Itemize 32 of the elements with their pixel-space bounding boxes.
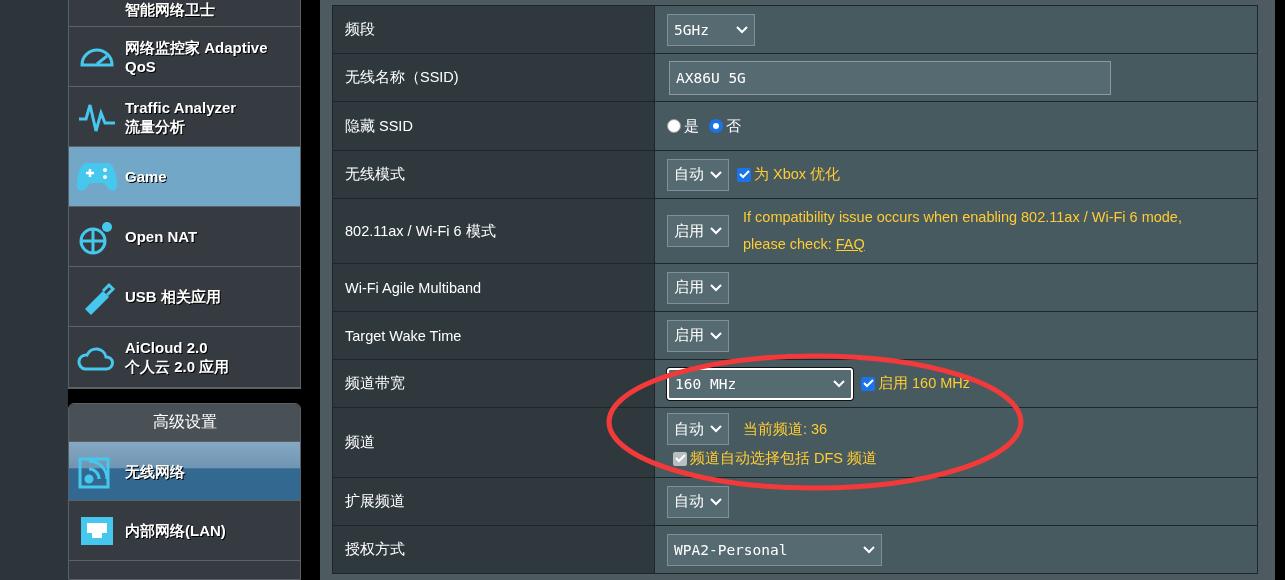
- setting-label: 隐藏 SSID: [332, 102, 655, 151]
- setting-label: 无线模式: [332, 151, 655, 199]
- dropdown[interactable]: 自动: [667, 485, 729, 518]
- dropdown[interactable]: 启用: [667, 271, 729, 304]
- dropdown[interactable]: 启用: [667, 215, 729, 247]
- setting-label: Target Wake Time: [332, 312, 655, 360]
- info-note: 当前频道: 36: [743, 419, 828, 439]
- setting-label: 无线名称（SSID): [332, 54, 655, 102]
- info-note: If compatibility issue occurs when enabling 802.11ax / Wi-Fi 6 mode, please check: FAQ: [743, 208, 1183, 254]
- dropdown[interactable]: 160 MHz: [667, 367, 853, 400]
- checkbox-label: 为 Xbox 优化: [754, 165, 841, 184]
- checkbox-label: 启用 160 MHz: [878, 374, 971, 393]
- setting-label: 频道带宽: [332, 360, 655, 408]
- setting-label: 频道: [332, 408, 655, 478]
- setting-label: 扩展频道: [332, 478, 655, 526]
- sidebar-item[interactable]: 无线网络: [69, 442, 300, 501]
- setting-label: Wi-Fi Agile Multiband: [332, 264, 655, 312]
- setting-label: 频段: [332, 6, 655, 54]
- checkbox-label: 频道自动选择包括 DFS 频道: [690, 449, 878, 468]
- sidebar-item[interactable]: 智能网络卫士: [69, 0, 300, 27]
- radio-label: 是: [684, 116, 699, 136]
- dropdown[interactable]: 自动: [667, 158, 729, 191]
- faq-link[interactable]: FAQ: [835, 236, 865, 252]
- dropdown[interactable]: 自动: [667, 413, 729, 445]
- dropdown[interactable]: 启用: [667, 319, 729, 352]
- dropdown[interactable]: 5GHz: [667, 13, 755, 46]
- radio-label: 否: [726, 116, 741, 136]
- ssid-field[interactable]: AX86U_5G: [669, 60, 1111, 95]
- setting-label: 授权方式: [332, 526, 655, 574]
- dropdown[interactable]: WPA2-Personal: [667, 533, 882, 566]
- setting-label: 802.11ax / Wi-Fi 6 模式: [332, 199, 655, 264]
- panel-title: 高级设置: [69, 404, 300, 442]
